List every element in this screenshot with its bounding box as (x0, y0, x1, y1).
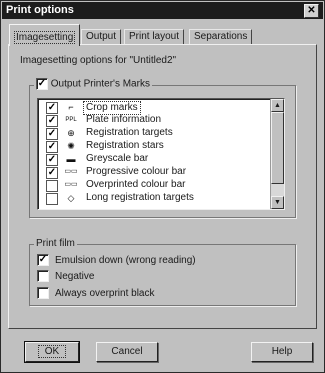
negative-label: Negative (55, 270, 95, 282)
print-options-dialog: Print options ✕ Imagesetting Output Prin… (0, 0, 325, 373)
tab-separations[interactable]: Separations (189, 29, 253, 45)
crop-marks-icon: ⌐ (68, 102, 74, 112)
greyscale-bar-icon: ▬ (66, 154, 76, 164)
tab-strip: Imagesetting Output Print layout Separat… (9, 23, 319, 46)
printer-marks-list[interactable]: ✓ ⌐ Crop marks ✓ PPL Plate information ✓… (37, 98, 285, 210)
overprint-black-checkbox[interactable] (37, 287, 49, 299)
list-item-long-registration-targets[interactable]: ◇ Long registration targets (38, 192, 268, 205)
overprinted-colour-bar-icon: ▭▭ (64, 181, 78, 188)
cancel-button[interactable]: Cancel (96, 342, 158, 362)
overprint-black-option[interactable]: Always overprint black (37, 287, 154, 301)
window-title: Print options (6, 4, 74, 16)
long-registration-icon: ◇ (67, 193, 75, 203)
list-item-progressive-colour-bar[interactable]: ✓ ▭▭ Progressive colour bar (38, 166, 268, 179)
page-subtitle: Imagesetting options for "Untitled2" (20, 55, 177, 66)
emulsion-down-label: Emulsion down (wrong reading) (55, 254, 196, 266)
plate-info-icon: PPL (65, 117, 77, 123)
printer-marks-checkbox[interactable]: ✓ (36, 78, 48, 90)
printer-marks-label: Output Printer's Marks (50, 78, 150, 90)
scroll-thumb[interactable] (271, 112, 284, 184)
tab-print-layout[interactable]: Print layout (124, 29, 185, 45)
arrow-up-icon: ▲ (274, 102, 281, 109)
ok-button[interactable]: OK (24, 341, 80, 363)
plate-information-checkbox[interactable]: ✓ (46, 115, 58, 127)
print-film-legend: Print film (34, 238, 77, 249)
list-item-registration-stars[interactable]: ✓ ✺ Registration stars (38, 140, 268, 153)
greyscale-bar-checkbox[interactable]: ✓ (46, 154, 58, 166)
list-item-greyscale-bar[interactable]: ✓ ▬ Greyscale bar (38, 153, 268, 166)
tab-output[interactable]: Output (81, 29, 122, 45)
scroll-up-button[interactable]: ▲ (271, 99, 284, 112)
list-item-overprinted-colour-bar[interactable]: ▭▭ Overprinted colour bar (38, 179, 268, 192)
overprinted-colour-bar-checkbox[interactable] (46, 180, 58, 192)
registration-stars-checkbox[interactable]: ✓ (46, 141, 58, 153)
list-item-registration-targets[interactable]: ✓ ⊕ Registration targets (38, 127, 268, 140)
list-scrollbar[interactable]: ▲ ▼ (270, 99, 284, 209)
emulsion-down-checkbox[interactable]: ✓ (37, 254, 49, 266)
negative-option[interactable]: Negative (37, 270, 94, 284)
close-button[interactable]: ✕ (304, 4, 319, 18)
title-bar[interactable]: Print options ✕ (2, 2, 323, 19)
help-button[interactable]: Help (251, 342, 313, 362)
scroll-down-button[interactable]: ▼ (271, 196, 284, 209)
progressive-colour-bar-checkbox[interactable]: ✓ (46, 167, 58, 179)
arrow-down-icon: ▼ (274, 199, 281, 206)
emulsion-down-option[interactable]: ✓ Emulsion down (wrong reading) (37, 254, 196, 268)
registration-targets-checkbox[interactable]: ✓ (46, 128, 58, 140)
tab-imagesetting[interactable]: Imagesetting (9, 24, 81, 46)
registration-target-icon: ⊕ (67, 128, 75, 138)
printer-marks-toggle[interactable]: ✓ Output Printer's Marks (34, 78, 152, 90)
list-item-plate-information[interactable]: ✓ PPL Plate information (38, 114, 268, 127)
list-item-crop-marks[interactable]: ✓ ⌐ Crop marks (38, 101, 268, 115)
close-icon: ✕ (307, 5, 316, 16)
crop-marks-checkbox[interactable]: ✓ (46, 102, 58, 114)
registration-star-icon: ✺ (67, 141, 75, 151)
progressive-colour-bar-icon: ▭▭ (64, 168, 78, 175)
negative-checkbox[interactable] (37, 270, 49, 282)
long-registration-targets-checkbox[interactable] (46, 193, 58, 205)
overprint-black-label: Always overprint black (55, 287, 155, 299)
